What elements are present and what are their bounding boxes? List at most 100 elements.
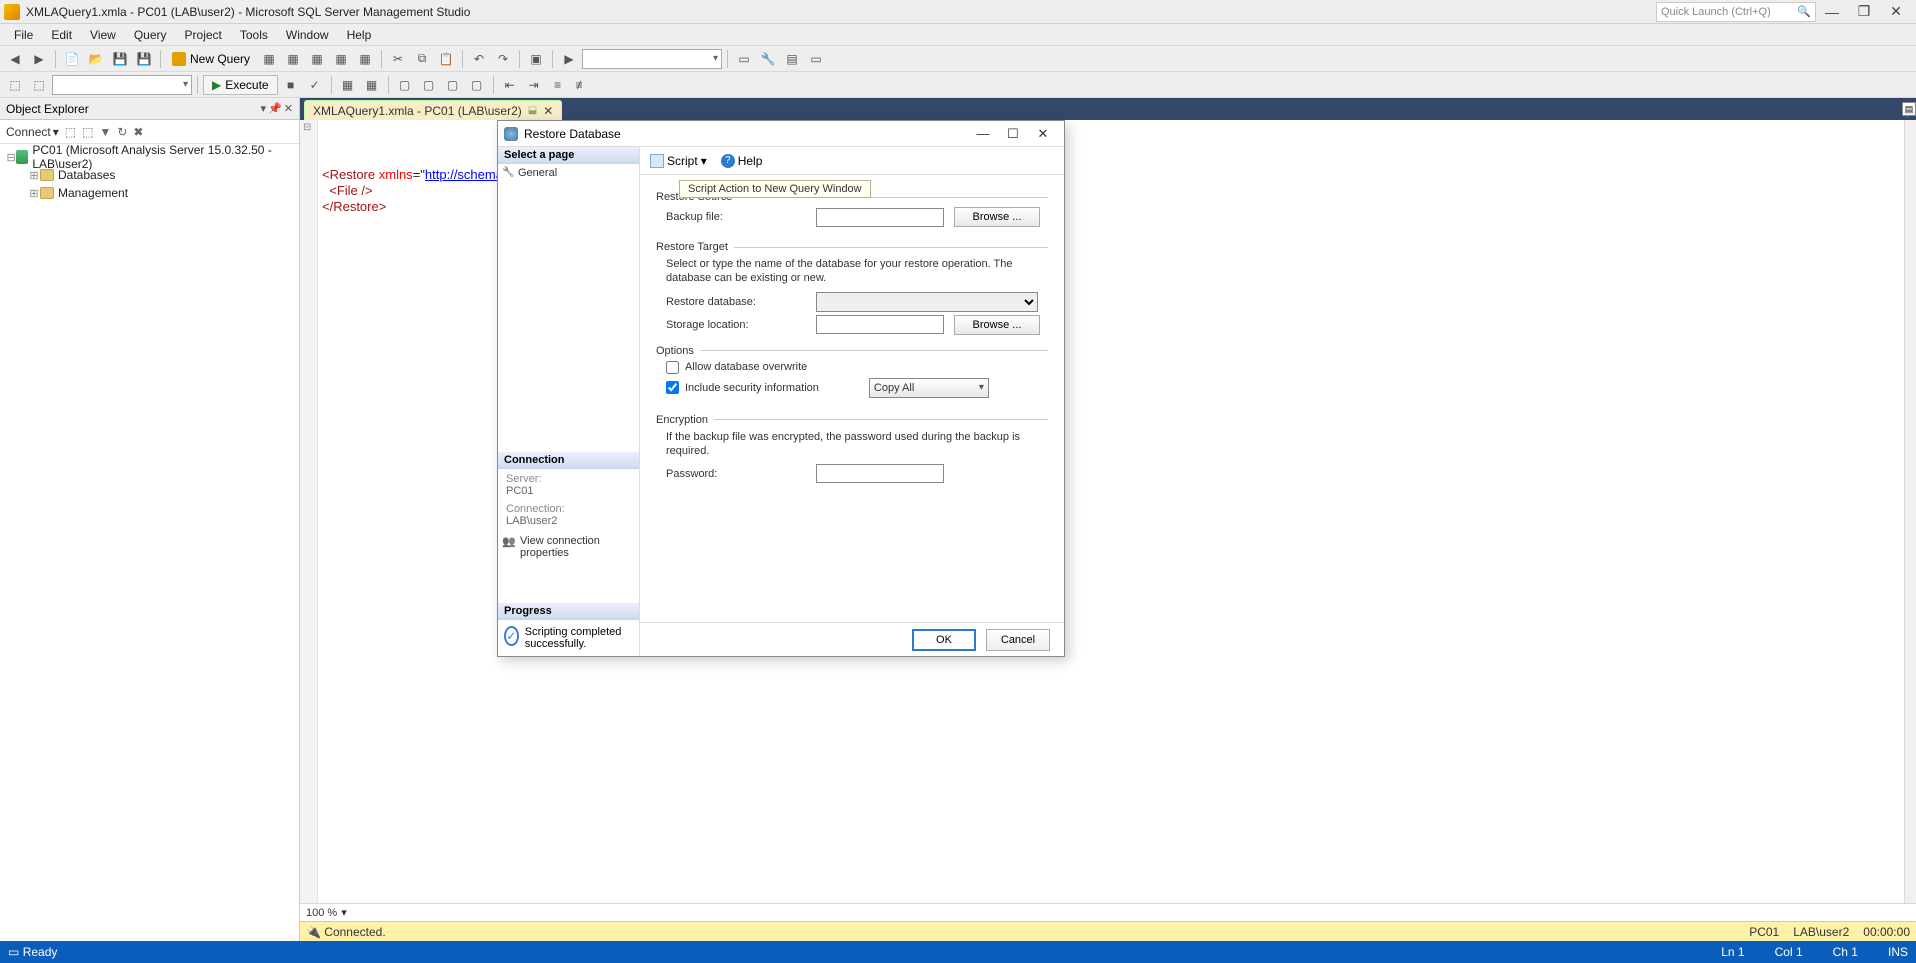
code-text: <Restore [322,167,375,182]
launch-icon[interactable]: ▶ [558,48,580,70]
split-editor-icon[interactable]: ▤ [1902,102,1916,116]
opt-icon-2[interactable]: ▢ [418,74,440,96]
panel-dropdown-icon[interactable]: ▾ [261,102,267,115]
dialog-form: Restore Source Backup file: Browse ... R… [640,175,1064,622]
storage-location-input[interactable] [816,315,944,334]
grid-icon-1[interactable]: ▦ [337,74,359,96]
menu-tools[interactable]: Tools [232,26,276,44]
tb2-icon-2[interactable]: ⬚ [28,74,50,96]
menu-window[interactable]: Window [278,26,337,44]
cancel-button[interactable]: Cancel [986,629,1050,651]
password-input[interactable] [816,464,944,483]
menu-edit[interactable]: Edit [43,26,80,44]
db-icon-2[interactable]: ▦ [282,48,304,70]
browse-storage-button[interactable]: Browse ... [954,315,1040,335]
launch-combo[interactable] [582,49,722,69]
connect-dropdown[interactable]: Connect ▾ [6,125,59,139]
expand-icon[interactable]: ⊞ [28,187,40,200]
security-mode-select[interactable]: Copy All [869,378,989,398]
opt-icon-3[interactable]: ▢ [442,74,464,96]
oe-refresh-icon[interactable]: ↻ [117,125,127,139]
dialog-button-row: OK Cancel [640,622,1064,656]
new-item-icon[interactable]: 📄 [61,48,83,70]
view-connection-properties-link[interactable]: View connection properties [498,531,639,563]
db-icon-1[interactable]: ▦ [258,48,280,70]
browse-backup-button[interactable]: Browse ... [954,207,1040,227]
nav-back-icon[interactable]: ◀ [4,48,26,70]
paste-icon[interactable]: 📋 [435,48,457,70]
ok-button[interactable]: OK [912,629,976,651]
close-button[interactable]: ✕ [1880,2,1912,22]
opt-icon-4[interactable]: ▢ [466,74,488,96]
tab-close-icon[interactable]: ✕ [543,104,553,118]
expand-icon[interactable]: ⊟ [6,151,16,164]
redo-icon[interactable]: ↷ [492,48,514,70]
db-icon-5[interactable]: ▦ [354,48,376,70]
vertical-scrollbar[interactable]: ▤ [1904,120,1916,903]
tbx-icon[interactable]: ▣ [525,48,547,70]
outdent-icon[interactable]: ⇤ [499,74,521,96]
new-query-button[interactable]: New Query [166,50,256,68]
panel-close-icon[interactable]: ✕ [284,102,293,115]
db-combo[interactable] [52,75,192,95]
oe-icon-1[interactable]: ⬚ [65,125,76,139]
stop-icon[interactable]: ■ [280,74,302,96]
fold-icon[interactable]: ⊟ [303,122,311,133]
page-general[interactable]: General [498,164,639,182]
allow-overwrite-checkbox[interactable] [666,361,679,374]
tab-pin-icon[interactable]: ⬓ [528,105,537,116]
tool-icon-3[interactable]: ▤ [781,48,803,70]
indent-icon[interactable]: ⇥ [523,74,545,96]
minimize-button[interactable]: — [1816,2,1848,22]
save-icon[interactable]: 💾 [109,48,131,70]
tool-icon-4[interactable]: ▭ [805,48,827,70]
db-icon-4[interactable]: ▦ [330,48,352,70]
expand-icon[interactable]: ⊞ [28,169,40,182]
restore-database-select[interactable] [816,292,1038,312]
help-button[interactable]: ? Help [717,152,767,170]
comment-icon[interactable]: ≡ [547,74,569,96]
menu-file[interactable]: File [6,26,41,44]
dialog-titlebar[interactable]: Restore Database — ☐ ✕ [498,121,1064,147]
nav-fwd-icon[interactable]: ▶ [28,48,50,70]
quick-launch-input[interactable]: Quick Launch (Ctrl+Q) 🔍 [1656,2,1816,22]
menu-project[interactable]: Project [177,26,230,44]
tree-management-node[interactable]: ⊞ Management [28,184,293,202]
window-title: XMLAQuery1.xmla - PC01 (LAB\user2) - Mic… [26,5,1656,19]
tree-server-node[interactable]: ⊟ PC01 (Microsoft Analysis Server 15.0.3… [6,148,293,166]
undo-icon[interactable]: ↶ [468,48,490,70]
script-button[interactable]: Script ▾ [646,152,711,170]
cut-icon[interactable]: ✂ [387,48,409,70]
toolbar-primary: ◀ ▶ 📄 📂 💾 💾 New Query ▦ ▦ ▦ ▦ ▦ ✂ ⧉ 📋 ↶ … [0,46,1916,72]
script-dropdown-icon[interactable]: ▾ [701,154,707,168]
dialog-close-button[interactable]: ✕ [1028,126,1058,142]
dialog-minimize-button[interactable]: — [968,126,998,141]
save-all-icon[interactable]: 💾 [133,48,155,70]
dialog-maximize-button[interactable]: ☐ [998,126,1028,142]
tb2-icon-1[interactable]: ⬚ [4,74,26,96]
wrench-icon[interactable]: 🔧 [757,48,779,70]
restore-button[interactable]: ❐ [1848,2,1880,22]
copy-icon[interactable]: ⧉ [411,48,433,70]
open-icon[interactable]: 📂 [85,48,107,70]
backup-file-input[interactable] [816,208,944,227]
oe-filter-icon[interactable]: ▼ [99,125,111,139]
opt-icon-1[interactable]: ▢ [394,74,416,96]
menu-query[interactable]: Query [126,26,175,44]
menu-view[interactable]: View [82,26,124,44]
oe-icon-2[interactable]: ⬚ [82,125,93,139]
oe-stop-icon[interactable]: ✖ [133,125,143,139]
db-icon-3[interactable]: ▦ [306,48,328,70]
uncomment-icon[interactable]: ≢ [571,74,593,96]
document-tab[interactable]: XMLAQuery1.xmla - PC01 (LAB\user2) ⬓ ✕ [304,100,562,120]
tool-icon-1[interactable]: ▭ [733,48,755,70]
execute-button[interactable]: ▶Execute [203,75,278,95]
include-security-checkbox[interactable] [666,381,679,394]
menu-help[interactable]: Help [339,26,380,44]
grid-icon-2[interactable]: ▦ [361,74,383,96]
zoom-dropdown-icon[interactable]: ▾ [341,906,347,919]
panel-pin-icon[interactable]: 📌 [268,102,282,115]
sql-icon [172,52,186,66]
zoom-value[interactable]: 100 % [306,907,337,919]
parse-icon[interactable]: ✓ [304,74,326,96]
